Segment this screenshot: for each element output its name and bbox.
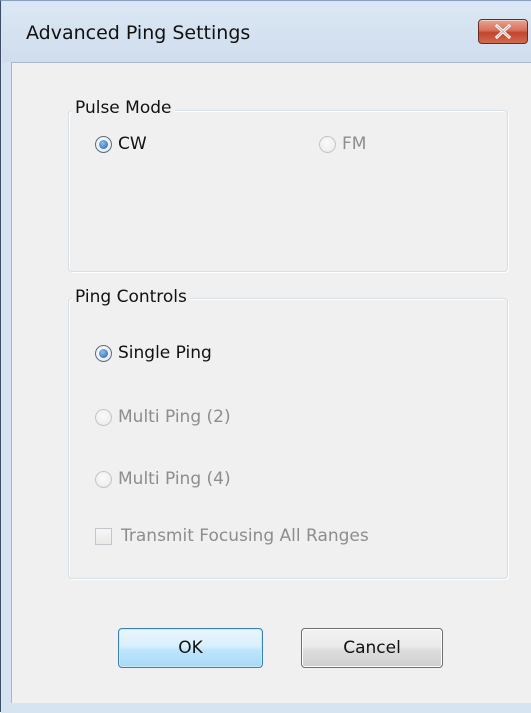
multi-ping-4-radio-label[interactable]: Multi Ping (4) bbox=[118, 469, 231, 489]
transmit-focusing-checkbox[interactable] bbox=[95, 528, 112, 545]
single-ping-radio-label[interactable]: Single Ping bbox=[118, 343, 212, 363]
window-title: Advanced Ping Settings bbox=[26, 22, 251, 44]
close-icon bbox=[494, 24, 512, 39]
fm-radio-label[interactable]: FM bbox=[342, 134, 366, 154]
cw-radio-label[interactable]: CW bbox=[118, 134, 147, 154]
multi-ping-2-radio[interactable] bbox=[95, 409, 112, 426]
cancel-button[interactable]: Cancel bbox=[301, 628, 443, 668]
multi-ping-4-radio[interactable] bbox=[95, 471, 112, 488]
pulse-mode-group-label: Pulse Mode bbox=[72, 98, 175, 118]
multi-ping-2-radio-label[interactable]: Multi Ping (2) bbox=[118, 407, 231, 427]
cw-radio[interactable] bbox=[95, 136, 112, 153]
dialog-window: Advanced Ping Settings Pulse Mode CW FM … bbox=[0, 0, 531, 713]
dialog-client-area: Pulse Mode CW FM Ping Controls Single Pi… bbox=[11, 62, 531, 703]
ok-button[interactable]: OK bbox=[118, 628, 263, 668]
close-button[interactable] bbox=[478, 19, 528, 44]
title-bar[interactable]: Advanced Ping Settings bbox=[2, 2, 531, 62]
transmit-focusing-label[interactable]: Transmit Focusing All Ranges bbox=[121, 526, 369, 546]
single-ping-radio[interactable] bbox=[95, 345, 112, 362]
ping-controls-group-label: Ping Controls bbox=[72, 287, 190, 307]
fm-radio[interactable] bbox=[319, 136, 336, 153]
